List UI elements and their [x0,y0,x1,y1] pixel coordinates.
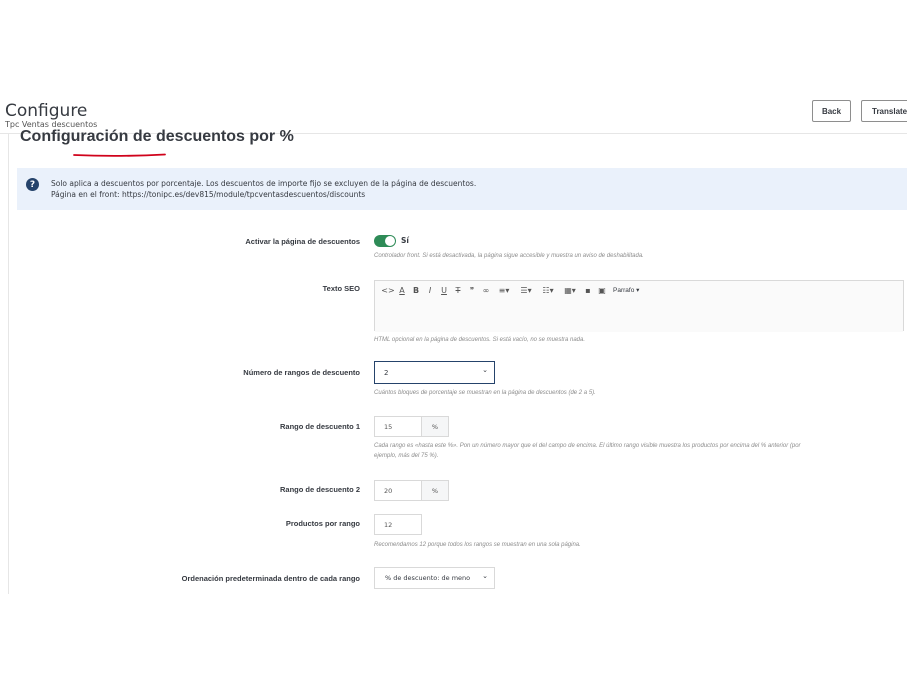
products-per-range-input[interactable]: 12 [374,514,422,535]
default-sort-select[interactable]: % de descuento: de meno ⌄ [374,567,495,589]
toggle-knob [385,236,395,246]
text-color-icon[interactable]: A [395,286,409,295]
range2-label: Rango de descuento 2 [279,485,360,494]
default-sort-value: % de descuento: de meno [385,574,471,582]
range1-input[interactable]: 15 [374,416,422,437]
range2-unit: % [422,480,449,501]
num-ranges-help: Cuántos bloques de porcentaje se muestra… [374,390,596,396]
enable-page-label: Activar la página de descuentos [245,237,360,246]
paragraph-format-dropdown[interactable]: Parrafo ▾ [613,286,639,294]
chevron-down-icon: ⌄ [482,366,488,374]
editor-content-area[interactable] [375,299,903,332]
products-per-range-help: Recomendamos 12 porque todos los rangos … [374,542,581,548]
translate-button[interactable]: Translate [861,100,907,122]
range2-input[interactable]: 20 [374,480,422,501]
toggle-value-label: Sí [401,236,409,245]
link-icon[interactable]: ∞ [479,286,493,295]
alert-text-line1: Solo aplica a descuentos por porcentaje.… [51,179,477,188]
default-sort-label: Ordenación predeterminada dentro de cada… [181,574,360,583]
image-icon[interactable]: ▪ [581,286,595,295]
bullet-list-icon[interactable]: ☰▾ [515,286,537,295]
code-icon[interactable]: <> [381,286,395,295]
italic-icon[interactable]: I [423,286,437,295]
range1-help-line2: ejemplo, más del 75 %). [374,453,439,459]
page-title: Configure [5,101,88,121]
numbered-list-icon[interactable]: ☷▾ [537,286,559,295]
num-ranges-select[interactable]: 2 ⌄ [374,361,495,384]
seo-rich-text-editor: <> A B I U T ❞ ∞ ≡▾ ☰▾ ☷▾ ▦▾ ▪ ▣ Parrafo… [374,280,904,332]
back-button[interactable]: Back [812,100,851,122]
range2-input-group: 20 % [374,480,449,501]
bold-icon[interactable]: B [409,286,423,295]
seo-text-label: Texto SEO [322,284,360,293]
table-icon[interactable]: ▦▾ [559,286,581,295]
range1-help-line1: Cada rango es «hasta este %». Pon un núm… [374,443,801,449]
range1-unit: % [422,416,449,437]
quote-icon[interactable]: ❞ [465,286,479,295]
products-per-range-label: Productos por rango [285,519,360,528]
range1-input-group: 15 % [374,416,449,437]
products-per-range-group: 12 [374,514,422,535]
num-ranges-value: 2 [384,368,389,377]
panel-left-border [8,134,9,594]
seo-text-help: HTML opcional en la página de descuentos… [374,337,586,343]
enable-page-help: Controlador front. Si está desactivada, … [374,253,644,259]
editor-toolbar: <> A B I U T ❞ ∞ ≡▾ ☰▾ ☷▾ ▦▾ ▪ ▣ Parrafo… [375,281,903,299]
question-icon: ? [26,178,39,191]
red-annotation-underline [73,153,166,157]
info-alert: ? Solo aplica a descuentos por porcentaj… [17,168,907,210]
strikethrough-icon[interactable]: T [451,286,465,295]
card-title: Configuración de descuentos por % [20,128,294,145]
num-ranges-label: Número de rangos de descuento [243,368,360,377]
alert-text-line2: Página en el front: https://tonipc.es/de… [51,190,366,199]
enable-page-toggle[interactable] [374,235,396,247]
chevron-down-icon: ⌄ [482,572,488,580]
media-icon[interactable]: ▣ [595,286,609,295]
range1-label: Rango de descuento 1 [279,422,360,431]
align-dropdown-icon[interactable]: ≡▾ [493,286,515,295]
underline-icon[interactable]: U [437,286,451,295]
